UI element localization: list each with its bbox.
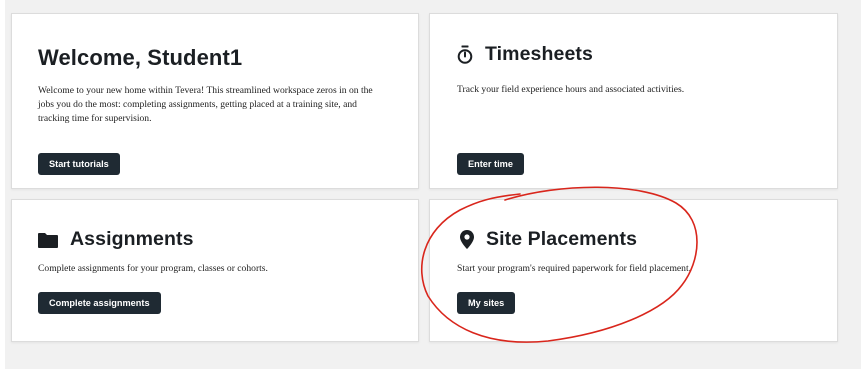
site-placements-card: Site Placements Start your program's req… <box>429 199 838 342</box>
timesheets-title-row: Timesheets <box>457 43 593 66</box>
complete-assignments-button[interactable]: Complete assignments <box>38 292 161 314</box>
timesheets-card: Timesheets Track your field experience h… <box>429 13 838 189</box>
stopwatch-icon <box>457 45 473 65</box>
assignments-text: Complete assignments for your program, c… <box>38 263 268 274</box>
site-placements-title: Site Placements <box>486 228 638 250</box>
welcome-card: Welcome, Student1 Welcome to your new ho… <box>11 13 419 189</box>
site-placements-title-row: Site Placements <box>460 228 637 251</box>
my-sites-button[interactable]: My sites <box>457 292 516 314</box>
welcome-text: Welcome to your new home within Tevera! … <box>38 85 373 124</box>
assignments-card: Assignments Complete assignments for you… <box>11 199 419 342</box>
timesheets-title: Timesheets <box>485 43 593 65</box>
start-tutorials-button[interactable]: Start tutorials <box>38 153 120 175</box>
site-placements-text: Start your program's required paperwork … <box>457 263 692 274</box>
timesheets-text: Track your field experience hours and as… <box>457 84 685 95</box>
welcome-title: Welcome, Student1 <box>38 45 243 70</box>
assignments-title-row: Assignments <box>38 228 194 251</box>
dashboard-background: Welcome, Student1 Welcome to your new ho… <box>5 0 861 369</box>
enter-time-button[interactable]: Enter time <box>457 153 524 175</box>
folder-icon <box>38 232 58 248</box>
assignments-title: Assignments <box>70 228 194 250</box>
map-pin-icon <box>460 230 474 249</box>
